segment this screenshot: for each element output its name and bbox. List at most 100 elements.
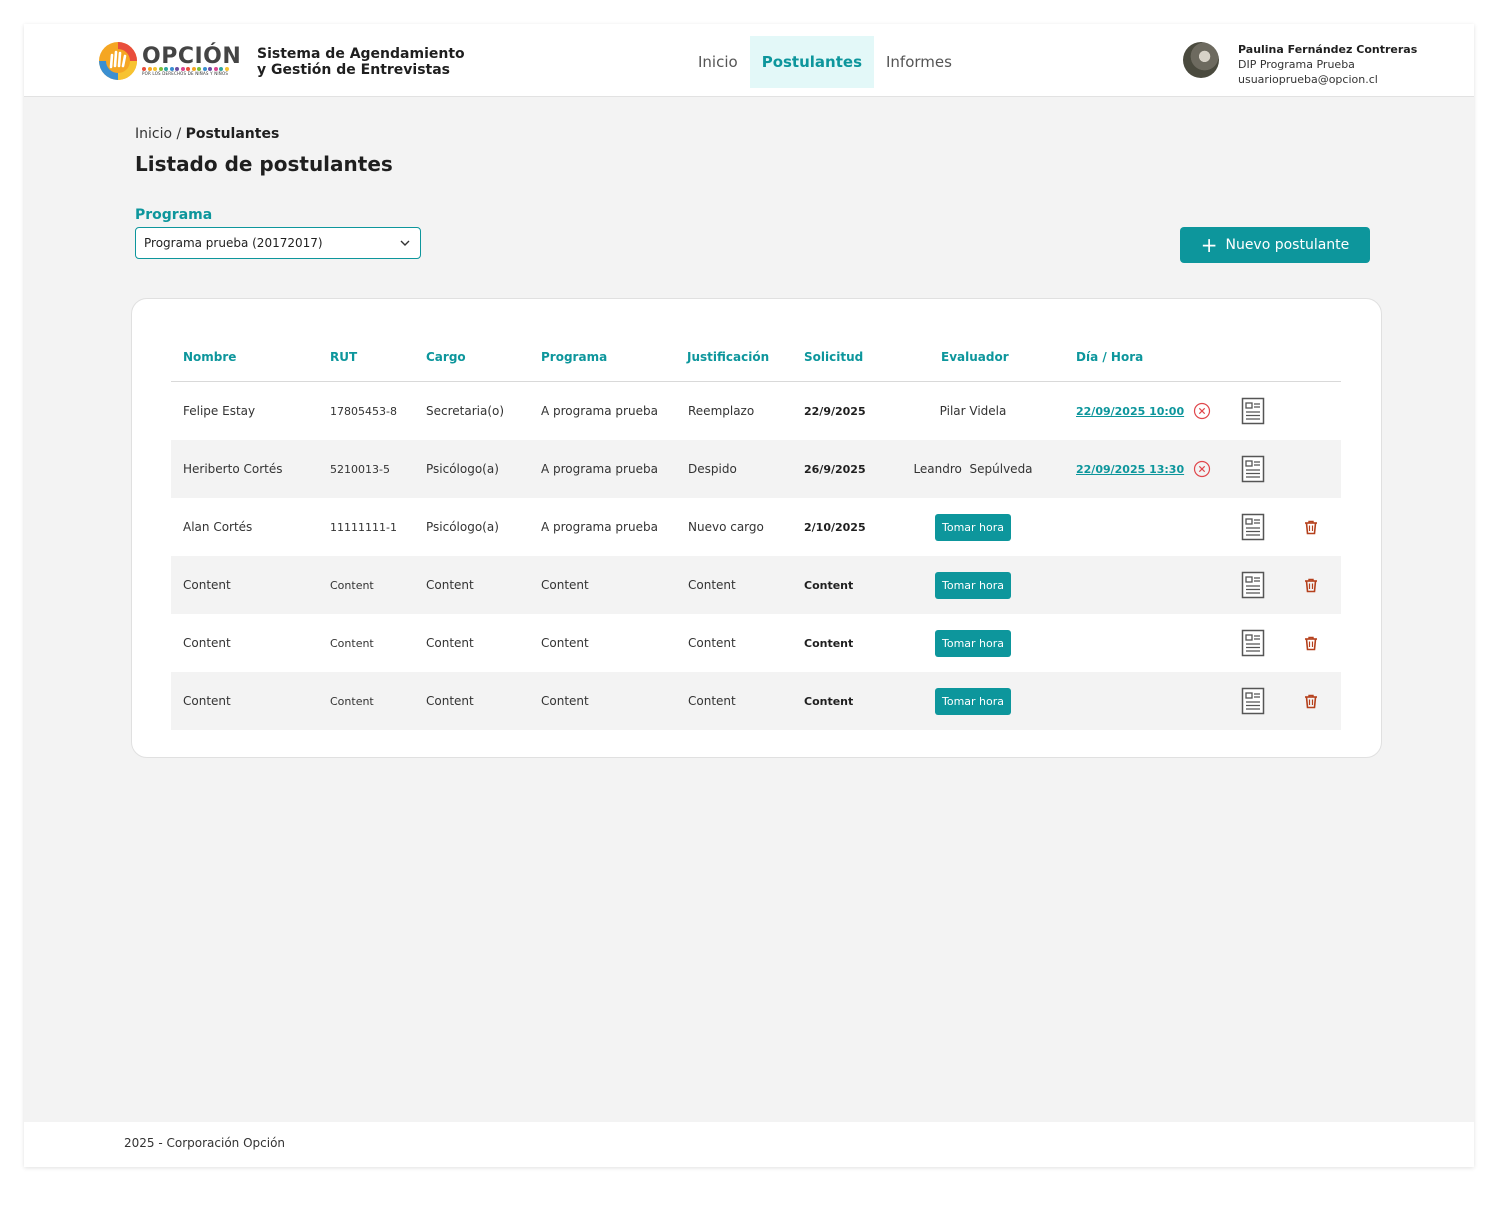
document-icon[interactable] [1241,687,1265,715]
evaluator-name: Leandro Sepúlveda [913,462,1033,476]
avatar[interactable] [1183,42,1219,78]
cell-programa: Content [541,578,589,592]
program-select[interactable]: Programa prueba (20172017) [135,227,421,259]
cell-dia-hora: 22/09/2025 10:00 [1076,382,1211,440]
cell-delete [1303,672,1319,730]
col-evaluador[interactable]: Evaluador [941,350,1009,364]
user-info: Paulina Fernández Contreras DIP Programa… [1238,42,1458,87]
cell-rut: 17805453-8 [330,404,397,418]
table-row: Content Content Content Content Content Conte… [171,556,1341,614]
cell-rut: 5210013-5 [330,462,390,476]
program-select-value: Programa prueba (20172017) [144,236,323,250]
trash-icon[interactable] [1303,519,1319,535]
document-icon[interactable] [1241,397,1265,425]
app-frame: OPCIÓN POR LOS DERECHOS DE NIÑAS Y NIÑOS… [24,24,1474,1167]
cell-cargo: Content [426,694,474,708]
col-nombre[interactable]: Nombre [183,350,236,364]
cell-solicitud: 22/9/2025 [804,404,866,418]
cell-document [1241,672,1265,730]
table-body: Felipe Estay 17805453-8 Secretaria(o) A pro… [171,382,1341,730]
cell-programa: A programa prueba [541,404,658,418]
footer-text: 2025 - Corporación Opción [124,1136,286,1150]
breadcrumb-inicio[interactable]: Inicio [135,126,172,142]
cell-document [1241,382,1265,440]
logo-text: OPCIÓN [142,44,242,69]
trash-icon[interactable] [1303,635,1319,651]
take-hour-button[interactable]: Tomar hora [934,629,1012,657]
plus-icon: + [1200,233,1218,257]
footer: 2025 - Corporación Opción [24,1122,1474,1167]
opcion-logo[interactable]: OPCIÓN POR LOS DERECHOS DE NIÑAS Y NIÑOS [98,41,241,81]
cell-cargo: Content [426,578,474,592]
cell-nombre: Content [183,578,231,592]
user-role: DIP Programa Prueba [1238,58,1355,71]
col-dia-hora[interactable]: Día / Hora [1076,350,1143,364]
app-title-line2: y Gestión de Entrevistas [257,62,451,78]
user-name: Paulina Fernández Contreras [1238,43,1418,56]
cell-solicitud: Content [804,694,854,708]
applicants-card: Nombre RUT Cargo Programa Justificación … [131,298,1382,758]
table-row: Content Content Content Content Content Conte… [171,614,1341,672]
cell-programa: Content [541,694,589,708]
cell-rut: Content [330,578,374,592]
col-cargo[interactable]: Cargo [426,350,466,364]
cancel-circle-icon[interactable] [1193,402,1211,420]
cell-delete [1303,556,1319,614]
table-row: Felipe Estay 17805453-8 Secretaria(o) A pro… [171,382,1341,440]
new-applicant-label: Nuevo postulante [1225,237,1350,253]
trash-icon[interactable] [1303,693,1319,709]
trash-icon[interactable] [1303,577,1319,593]
col-justificacion[interactable]: Justificación [687,350,769,364]
document-icon[interactable] [1241,571,1265,599]
cancel-circle-icon[interactable] [1193,460,1211,478]
take-hour-button[interactable]: Tomar hora [934,571,1012,599]
col-solicitud[interactable]: Solicitud [804,350,863,364]
nav-item-informes[interactable]: Informes [874,36,964,88]
document-icon[interactable] [1241,455,1265,483]
evaluator-name: Pilar Videla [939,404,1007,418]
take-hour-button[interactable]: Tomar hora [934,513,1012,541]
new-applicant-button[interactable]: + Nuevo postulante [1180,227,1370,263]
nav-item-postulantes[interactable]: Postulantes [749,36,874,88]
top-header: OPCIÓN POR LOS DERECHOS DE NIÑAS Y NIÑOS… [24,24,1474,97]
appointment-link[interactable]: 22/09/2025 10:00 [1076,405,1184,418]
cell-programa: Content [541,636,589,650]
col-rut[interactable]: RUT [330,350,357,364]
cell-nombre: Content [183,694,231,708]
document-icon[interactable] [1241,513,1265,541]
cell-justificacion: Content [688,578,736,592]
cell-justificacion: Despido [688,462,737,476]
cell-delete [1303,498,1319,556]
cell-document [1241,440,1265,498]
cell-rut: 11111111-1 [330,520,397,534]
chevron-down-icon [400,240,410,246]
hand-logo-icon [99,42,137,80]
applicants-table: Nombre RUT Cargo Programa Justificación … [171,337,1341,730]
cell-cargo: Psicólogo(a) [426,462,499,476]
cell-cargo: Psicólogo(a) [426,520,499,534]
nav-item-inicio[interactable]: Inicio [686,36,750,88]
table-row: Alan Cortés 11111111-1 Psicólogo(a) A progr… [171,498,1341,556]
take-hour-button[interactable]: Tomar hora [934,687,1012,715]
cell-solicitud: Content [804,578,854,592]
document-icon[interactable] [1241,629,1265,657]
cell-evaluador: Pilar Videla [901,382,1045,440]
table-row: Heriberto Cortés 5210013-5 Psicólogo(a) A p… [171,440,1341,498]
cell-evaluador: Tomar hora [901,498,1045,556]
main-nav: Inicio Postulantes Informes [686,36,964,88]
cell-solicitud: 2/10/2025 [804,520,866,534]
cell-nombre: Felipe Estay [183,404,256,418]
cell-cargo: Content [426,636,474,650]
cell-nombre: Content [183,636,231,650]
breadcrumb: Inicio / Postulantes [135,126,279,142]
cell-rut: Content [330,636,374,650]
cell-delete [1303,614,1319,672]
app-title-line1: Sistema de Agendamiento [257,46,465,62]
col-programa[interactable]: Programa [541,350,607,364]
program-filter-label: Programa [135,207,213,223]
page-title: Listado de postulantes [135,152,393,176]
cell-justificacion: Nuevo cargo [688,520,764,534]
cell-cargo: Secretaria(o) [426,404,505,418]
appointment-link[interactable]: 22/09/2025 13:30 [1076,463,1184,476]
user-email: usuarioprueba@opcion.cl [1238,73,1378,86]
